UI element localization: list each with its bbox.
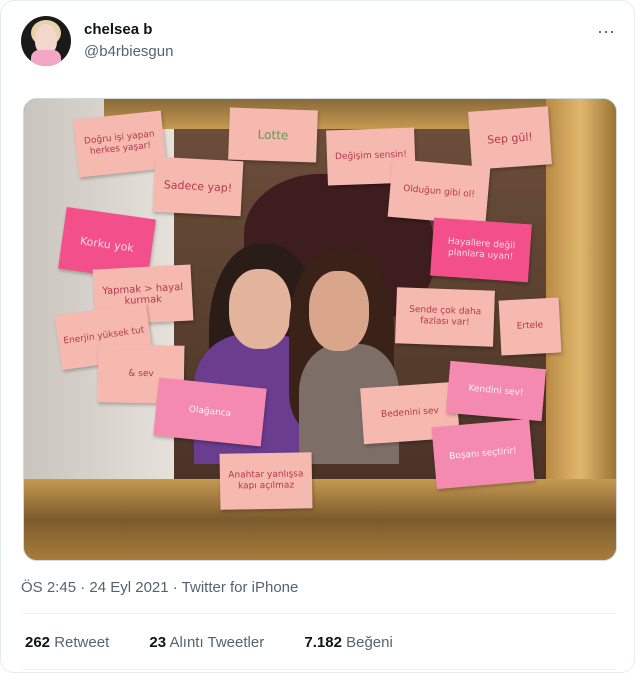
quotes-stat[interactable]: 23 Alıntı Tweetler: [149, 634, 282, 651]
retweets-count: 262: [25, 634, 51, 651]
quotes-count: 23: [149, 634, 167, 651]
quotes-label: Alıntı Tweetler: [169, 634, 265, 651]
mirror-frame-bottom: [24, 479, 616, 560]
sticky-note: Sende çok daha fazlası var!: [395, 287, 495, 347]
user-handle[interactable]: @b4rbiesgun: [84, 43, 173, 60]
sticky-note: Anahtar yanlışsa kapı açılmaz: [219, 452, 313, 510]
retweets-stat[interactable]: 262 Retweet: [25, 634, 127, 651]
sticky-note: Lotte: [228, 107, 318, 163]
sticky-note: Kendini sev!: [445, 360, 547, 422]
tweet-image[interactable]: Doğru işi yapan herkes yaşar! Lotte Deği…: [23, 98, 617, 561]
retweets-label: Retweet: [54, 634, 110, 651]
sticky-note: Doğru işi yapan herkes yaşar!: [73, 110, 167, 178]
divider: [21, 613, 616, 614]
sticky-note: Hayallere değil planlara uyan!: [430, 217, 532, 283]
avatar-dress: [31, 50, 61, 66]
sticky-note: Olağanca: [153, 377, 267, 447]
sticky-note: Sadece yap!: [152, 156, 244, 217]
engagement-stats: 262 Retweet 23 Alıntı Tweetler 7.182 Beğ…: [25, 634, 429, 651]
sticky-note: Sep gül!: [468, 106, 552, 170]
likes-stat[interactable]: 7.182 Beğeni: [304, 634, 410, 651]
woman-left-face: [229, 269, 291, 349]
more-options-icon[interactable]: ⋯: [597, 22, 616, 43]
sticky-note: Boşanı seçtirir!: [431, 418, 535, 490]
tweet-card: chelsea b @b4rbiesgun ⋯ Doğru işi yapan …: [0, 0, 635, 673]
sticky-note: Ertele: [498, 297, 562, 356]
woman-right-face: [309, 271, 369, 351]
display-name[interactable]: chelsea b: [84, 21, 152, 38]
avatar[interactable]: [21, 16, 71, 66]
tweet-timestamp[interactable]: ÖS 2:45 · 24 Eyl 2021 · Twitter for iPho…: [21, 579, 298, 596]
likes-count: 7.182: [304, 634, 342, 651]
likes-label: Beğeni: [346, 634, 393, 651]
divider: [21, 669, 616, 670]
sticky-note: Olduğun gibi ol!: [387, 158, 491, 226]
